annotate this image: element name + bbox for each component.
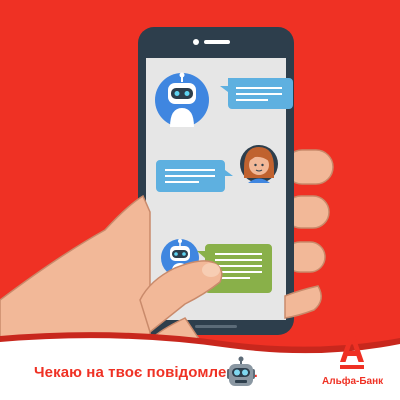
- thumbnail: [202, 263, 220, 277]
- alfa-bank-logo-icon: [340, 336, 364, 369]
- robot-face-icon: [227, 356, 255, 386]
- user-avatar-icon: [240, 145, 278, 183]
- brand-name: Альфа-Банк: [322, 376, 384, 387]
- speaker-icon: [204, 40, 230, 44]
- camera-icon: [193, 39, 199, 45]
- promo-banner: Чекаю на твоє повідомлення. Альфа-Банк: [0, 0, 400, 400]
- home-bar-icon: [195, 325, 237, 328]
- alfa-bank-logo: Альфа-Банк: [322, 334, 384, 396]
- caption-text: Чекаю на твоє повідомлення.: [34, 364, 258, 381]
